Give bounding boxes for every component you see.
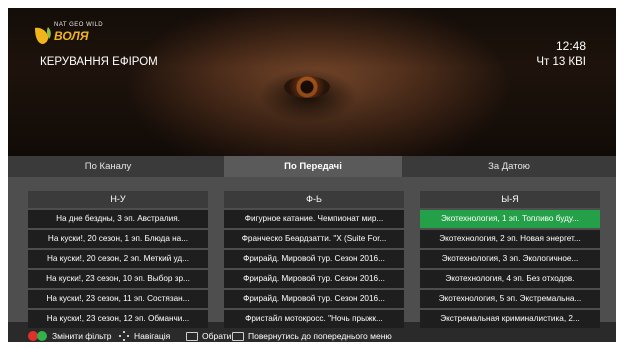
column-1: Н-У На дне бездны, 3 эп. Австралия. На к… (28, 191, 208, 330)
column-2: Ф-Ь Фигурное катание. Чемпионат мир... Ф… (224, 191, 404, 330)
hint-filter: Змінити фільтр (52, 331, 112, 341)
navigation-arrows-icon (119, 331, 129, 341)
logo-brand: ВОЛЯ (54, 29, 89, 43)
list-item[interactable]: На куски!, 20 сезон, 2 эп. Меткий уд... (28, 250, 208, 268)
list-item[interactable]: Фрирайд. Мировой тур. Сезон 2016... (224, 250, 404, 268)
page-title: КЕРУВАННЯ ЕФІРОМ (40, 56, 158, 68)
hint-navigation: Навігація (134, 331, 171, 341)
tab-by-date[interactable]: За Датою (402, 156, 616, 177)
channel-logo: NAT GEO WILD ВОЛЯ (32, 22, 122, 52)
tv-screen: NAT GEO WILD ВОЛЯ КЕРУВАННЯ ЕФІРОМ 12:48… (8, 8, 616, 342)
column-header: Ы-Я (420, 191, 600, 208)
list-item[interactable]: На куски!, 23 сезон, 12 эп. Обманчи... (28, 310, 208, 328)
leaf-icon (35, 27, 51, 44)
list-item[interactable]: Экотехнология, 4 эп. Без отходов. (420, 270, 600, 288)
ok-key-icon (186, 332, 198, 341)
list-item[interactable]: Экотехнология, 3 эп. Экологичное... (420, 250, 600, 268)
filter-tabs: По Каналу По Передачі За Датою (8, 156, 616, 177)
hint-back: Повернутись до попереднього меню (248, 331, 392, 341)
column-3: Ы-Я Экотехнология, 1 эп. Топливо буду...… (420, 191, 600, 330)
column-header: Н-У (28, 191, 208, 208)
footer-hints: Змінити фільтр Навігація Обрати Повернут… (8, 330, 616, 342)
list-item[interactable]: Экотехнология, 5 эп. Экстремальна... (420, 290, 600, 308)
list-item[interactable]: Фрирайд. Мировой тур. Сезон 2016... (224, 270, 404, 288)
green-button-icon (37, 331, 47, 341)
program-grid: Н-У На дне бездны, 3 эп. Австралия. На к… (8, 177, 616, 328)
list-item[interactable]: На куски!, 23 сезон, 11 эп. Состязан... (28, 290, 208, 308)
logo-subtext: NAT GEO WILD (54, 22, 104, 28)
column-header: Ф-Ь (224, 191, 404, 208)
list-item[interactable]: Фигурное катание. Чемпионат мир... (224, 210, 404, 228)
hint-select: Обрати (202, 331, 232, 341)
clock: 12:48 (555, 39, 586, 53)
list-item-selected[interactable]: Экотехнология, 1 эп. Топливо буду... (420, 210, 600, 228)
list-item[interactable]: На дне бездны, 3 эп. Австралия. (28, 210, 208, 228)
tab-by-channel[interactable]: По Каналу (8, 156, 208, 177)
tab-by-program[interactable]: По Передачі (224, 156, 402, 177)
date: Чт 13 КВІ (536, 56, 586, 68)
list-item[interactable]: Экотехнология, 2 эп. Новая энергет... (420, 230, 600, 248)
list-item[interactable]: Франческо Беардзатти. "X (Suite For... (224, 230, 404, 248)
list-item[interactable]: На куски!, 20 сезон, 1 эп. Блюда на... (28, 230, 208, 248)
back-key-icon (232, 332, 244, 341)
list-item[interactable]: Фрирайд. Мировой тур. Сезон 2016... (224, 290, 404, 308)
list-item[interactable]: Фристайл мотокросс. "Ночь прыжк... (224, 310, 404, 328)
list-item[interactable]: Экстремальная криминалистика, 2... (420, 310, 600, 328)
list-item[interactable]: На куски!, 23 сезон, 10 эп. Выбор зр... (28, 270, 208, 288)
